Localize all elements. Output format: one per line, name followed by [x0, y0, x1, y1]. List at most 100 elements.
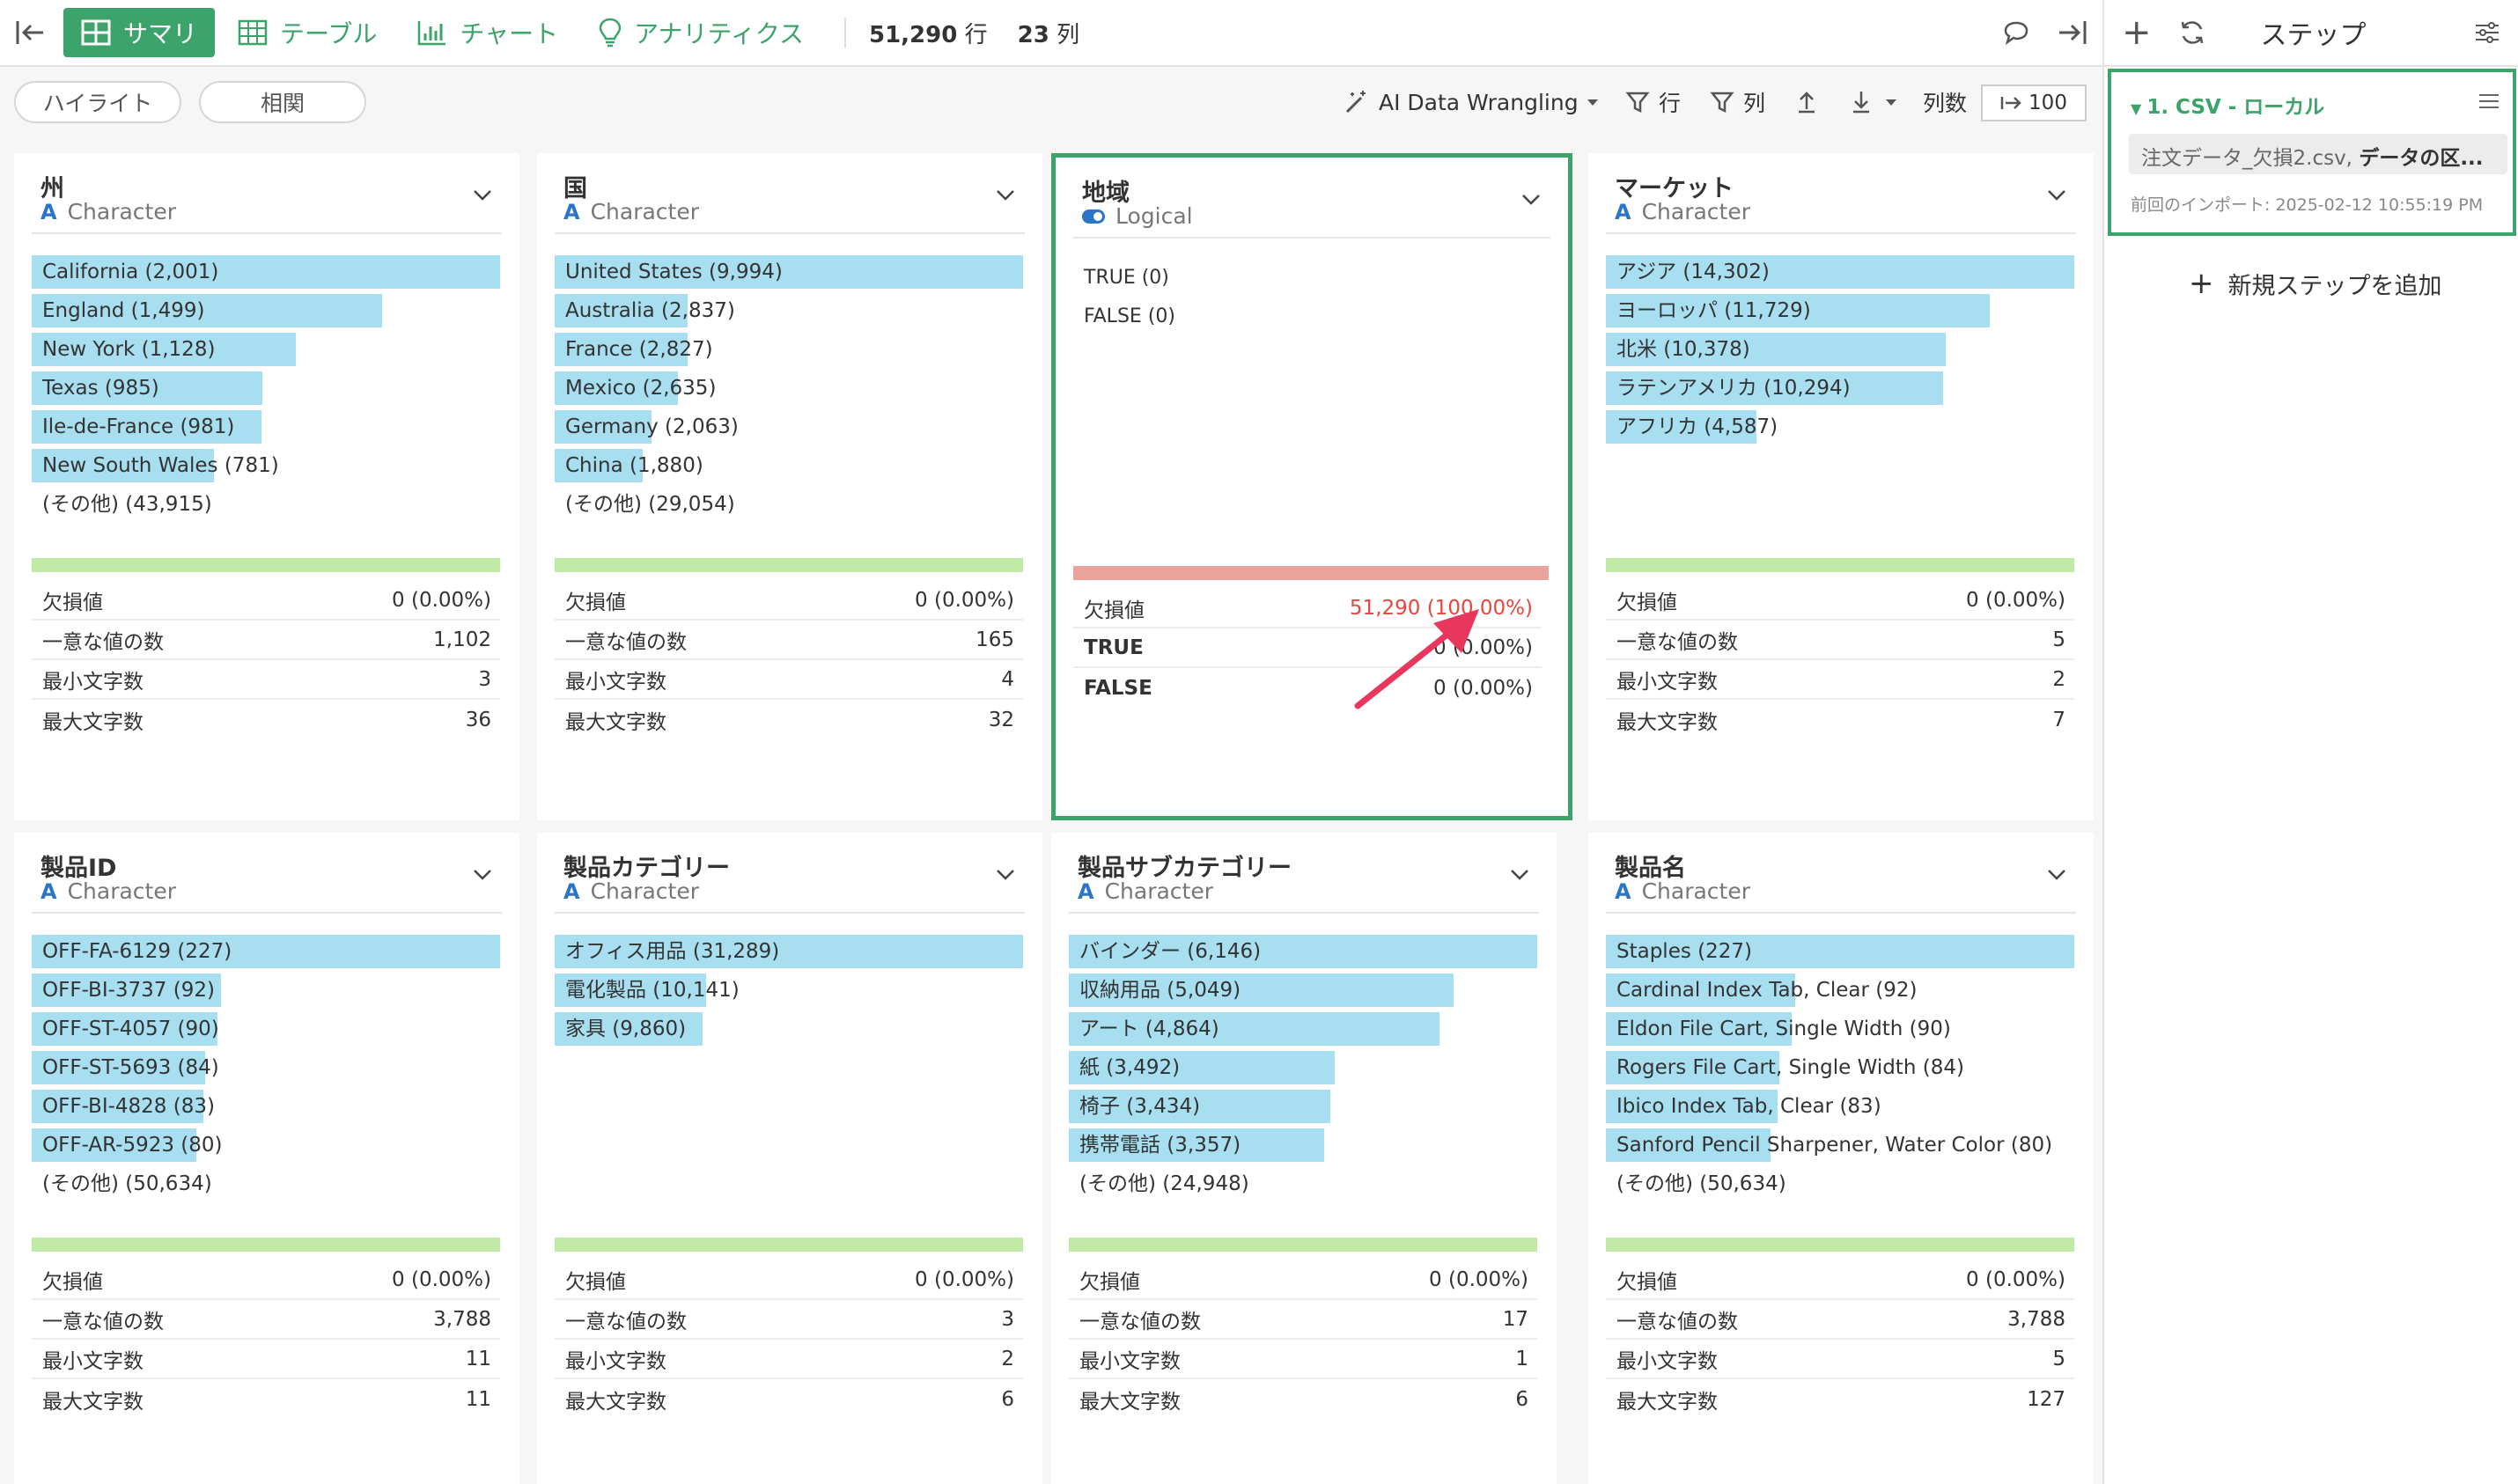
stat-value: 3: [1001, 1307, 1014, 1331]
menu-icon[interactable]: [2478, 92, 2500, 111]
stat-label: 最大文字数: [42, 1390, 144, 1414]
value-bar-row[interactable]: OFF-FA-6129 (227): [32, 931, 500, 970]
value-bar-row[interactable]: 椅子 (3,434): [1069, 1086, 1537, 1125]
value-bar-row[interactable]: OFF-AR-5923 (80): [32, 1125, 500, 1164]
value-bar-row[interactable]: アジア (14,302): [1606, 252, 2074, 290]
add-icon[interactable]: +: [2122, 15, 2152, 50]
plus-icon: +: [2189, 266, 2214, 301]
value-bar-row[interactable]: Eldon File Cart, Single Width (90): [1606, 1009, 2074, 1047]
stat-row: 一意な値の数 1,102: [32, 621, 500, 660]
step-card[interactable]: ▼ 1. CSV - ローカル 注文データ_欠損2.csv, データの区... 前…: [2108, 69, 2516, 236]
value-bar-row[interactable]: New York (1,128): [32, 329, 500, 368]
stat-value: 3: [478, 667, 491, 691]
value-bar-row[interactable]: OFF-ST-5693 (84): [32, 1047, 500, 1086]
column-count-input[interactable]: 100: [1981, 84, 2087, 121]
stat-value: 127: [2027, 1387, 2065, 1411]
stat-row: 欠損値 0 (0.00%): [555, 581, 1023, 621]
tab-chart[interactable]: チャート: [400, 8, 576, 57]
highlight-button[interactable]: ハイライト: [14, 81, 181, 123]
stat-row: 一意な値の数 17: [1069, 1300, 1537, 1340]
value-bar-row[interactable]: Ibico Index Tab, Clear (83): [1606, 1086, 2074, 1125]
value-bar-row[interactable]: ラテンアメリカ (10,294): [1606, 368, 2074, 407]
value-bar-row[interactable]: Germany (2,063): [555, 407, 1023, 445]
value-bar-row[interactable]: アート (4,864): [1069, 1009, 1537, 1047]
collapse-right-icon[interactable]: [2053, 13, 2092, 52]
value-bar-row[interactable]: United States (9,994): [555, 252, 1023, 290]
value-bar-row[interactable]: England (1,499): [32, 290, 500, 329]
add-step-button[interactable]: + 新規ステップを追加: [2189, 266, 2442, 301]
value-bar-row[interactable]: Sanford Pencil Sharpener, Water Color (8…: [1606, 1125, 2074, 1164]
column-card[interactable]: 製品ID A Character OFF-FA-6129 (227) OFF-BI-…: [14, 833, 519, 1484]
column-card[interactable]: 国 A Character United States (9,994) Austra…: [537, 153, 1042, 820]
chevron-down-icon[interactable]: [1520, 193, 1542, 207]
value-bar-row[interactable]: Ile-de-France (981): [32, 407, 500, 445]
tab-summary[interactable]: サマリ: [63, 8, 216, 57]
comment-icon[interactable]: [1997, 13, 2036, 52]
collapse-left-icon[interactable]: [11, 13, 49, 52]
value-bar-row[interactable]: 家具 (9,860): [555, 1009, 1023, 1047]
value-bar-row[interactable]: New South Wales (781): [32, 445, 500, 484]
sort-ascending-button[interactable]: [1796, 84, 1826, 120]
value-bar-row[interactable]: Cardinal Index Tab, Clear (92): [1606, 970, 2074, 1009]
value-bar-label: OFF-BI-4828 (83): [42, 1095, 215, 1118]
value-bar-row[interactable]: オフィス用品 (31,289): [555, 931, 1023, 970]
ai-data-wrangling-button[interactable]: AI Data Wrangling: [1344, 84, 1609, 120]
value-bar-row[interactable]: Rogers File Cart, Single Width (84): [1606, 1047, 2074, 1086]
stat-label: 欠損値: [1616, 1270, 1677, 1294]
value-bar-row[interactable]: Mexico (2,635): [555, 368, 1023, 407]
column-stats: 欠損値 0 (0.00%) 一意な値の数 165 最小文字数 4 最大文字数 3…: [555, 581, 1023, 739]
value-bar-row[interactable]: France (2,827): [555, 329, 1023, 368]
value-bar-row[interactable]: OFF-ST-4057 (90): [32, 1009, 500, 1047]
value-bar-row[interactable]: Staples (227): [1606, 931, 2074, 970]
value-bar-row[interactable]: 北米 (10,378): [1606, 329, 2074, 368]
column-card[interactable]: 製品サブカテゴリー A Character バインダー (6,146) 収納用品 (…: [1051, 833, 1557, 1484]
column-stats: 欠損値 0 (0.00%) 一意な値の数 3,788 最小文字数 5 最大文字数…: [1606, 1260, 2074, 1419]
chevron-down-icon[interactable]: [995, 868, 1016, 882]
chevron-down-icon[interactable]: [2046, 868, 2067, 882]
tab-analytics[interactable]: アナリティクス: [581, 8, 821, 57]
column-card[interactable]: マーケット A Character アジア (14,302) ヨーロッパ (11,7…: [1588, 153, 2094, 820]
value-bar-row[interactable]: バインダー (6,146): [1069, 931, 1537, 970]
chart-icon: [418, 21, 446, 46]
correlation-button[interactable]: 相関: [199, 81, 366, 123]
column-card[interactable]: 製品カテゴリー A Character オフィス用品 (31,289) 電化製品 (…: [537, 833, 1042, 1484]
sort-descending-button[interactable]: [1851, 84, 1907, 120]
stat-label: 一意な値の数: [1616, 630, 1738, 654]
column-card[interactable]: 州 A Character California (2,001) England (…: [14, 153, 519, 820]
value-bar-row[interactable]: 携帯電話 (3,357): [1069, 1125, 1537, 1164]
divider: [1606, 232, 2076, 234]
value-bar-row[interactable]: 収納用品 (5,049): [1069, 970, 1537, 1009]
character-type-icon: A: [1078, 878, 1094, 904]
filter-column-button[interactable]: 列: [1710, 84, 1765, 120]
stat-row: 最小文字数 3: [32, 660, 500, 700]
stat-row: 最大文字数 6: [555, 1379, 1023, 1419]
column-card[interactable]: 製品名 A Character Staples (227) Cardinal Ind…: [1588, 833, 2094, 1484]
value-bar-row[interactable]: OFF-BI-4828 (83): [32, 1086, 500, 1125]
value-bar-row[interactable]: アフリカ (4,587): [1606, 407, 2074, 445]
tab-table[interactable]: テーブル: [220, 8, 394, 57]
stat-value: 0 (0.00%): [915, 1267, 1014, 1291]
column-type: A Character: [563, 199, 700, 224]
settings-sliders-icon[interactable]: [2474, 20, 2500, 45]
chevron-down-icon[interactable]: [2046, 188, 2067, 202]
value-bar-row[interactable]: Texas (985): [32, 368, 500, 407]
character-type-icon: A: [40, 878, 57, 904]
caret-down-icon[interactable]: ▼: [2131, 100, 2141, 117]
filter-row-button[interactable]: 行: [1625, 84, 1681, 120]
value-bar-row[interactable]: 電化製品 (10,141): [555, 970, 1023, 1009]
value-bar-row[interactable]: ヨーロッパ (11,729): [1606, 290, 2074, 329]
chevron-down-icon[interactable]: [1509, 868, 1530, 882]
chevron-down-icon[interactable]: [472, 188, 493, 202]
chevron-down-icon[interactable]: [995, 188, 1016, 202]
value-bar-row[interactable]: Australia (2,837): [555, 290, 1023, 329]
refresh-icon[interactable]: [2178, 18, 2206, 47]
value-bar-row[interactable]: OFF-BI-3737 (92): [32, 970, 500, 1009]
chevron-down-icon[interactable]: [472, 868, 493, 882]
value-bar-row[interactable]: 紙 (3,492): [1069, 1047, 1537, 1086]
value-bar-row[interactable]: California (2,001): [32, 252, 500, 290]
divider: [32, 912, 502, 914]
stat-row: 最小文字数 5: [1606, 1340, 2074, 1379]
value-bar-row[interactable]: China (1,880): [555, 445, 1023, 484]
stat-label: 最大文字数: [565, 1390, 666, 1414]
summary-toolbar: ハイライト 相関 AI Data Wrangling 行 列 列数 100: [0, 69, 2102, 136]
